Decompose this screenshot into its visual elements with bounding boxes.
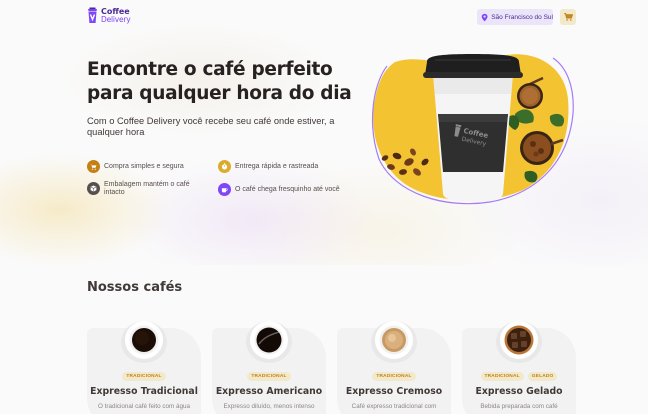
hero-coffee-cup-illustration: Coffee Delivery bbox=[371, 54, 574, 205]
logo[interactable]: Coffee Delivery bbox=[87, 7, 131, 24]
timer-icon bbox=[218, 160, 231, 173]
cart-icon bbox=[87, 160, 100, 173]
tag-badge: TRADICIONAL bbox=[247, 372, 291, 381]
coffee-name: Expresso Tradicional bbox=[90, 386, 198, 397]
feature-fresh-coffee: O café chega fresquinho até você bbox=[218, 183, 340, 196]
coffee-cup-cream-image bbox=[371, 321, 417, 363]
tag-badge: TRADICIONAL bbox=[480, 372, 524, 381]
coffee-name: Expresso Americano bbox=[215, 386, 323, 397]
coffee-card[interactable]: TRADICIONAL Expresso Tradicional O tradi… bbox=[87, 321, 201, 414]
coffee-icon bbox=[218, 183, 231, 196]
coffee-card[interactable]: TRADICIONAL Expresso Cremoso Café expres… bbox=[337, 321, 451, 414]
feature-label: O café chega fresquinho até você bbox=[235, 185, 340, 193]
feature-packaging: Embalagem mantém o café intacto bbox=[87, 181, 207, 196]
coffee-cup-americano-image bbox=[246, 321, 292, 363]
coffee-card[interactable]: TRADICIONAL Expresso Americano Expresso … bbox=[212, 321, 326, 414]
location-label: São Francisco do Sul bbox=[491, 13, 553, 21]
location-button[interactable]: São Francisco do Sul bbox=[477, 9, 553, 25]
coffee-description: Expresso diluído, menos intenso bbox=[223, 403, 315, 410]
catalog-title: Nossos cafés bbox=[87, 280, 183, 295]
feature-label: Embalagem mantém o café intacto bbox=[104, 181, 190, 196]
coffee-cup-black-image bbox=[121, 321, 167, 363]
coffee-description: Café expresso tradicional com bbox=[351, 403, 437, 410]
coffee-name: Expresso Gelado bbox=[475, 386, 563, 397]
coffee-description: Bebida preparada com café bbox=[480, 403, 558, 410]
hero-title: Encontre o café perfeito para qualquer h… bbox=[87, 59, 352, 104]
header: Coffee Delivery São Francisco do Sul bbox=[0, 0, 648, 34]
map-pin-icon bbox=[481, 13, 488, 21]
package-icon bbox=[87, 182, 100, 196]
coffee-cup-logo-icon bbox=[88, 7, 97, 23]
coffee-name: Expresso Cremoso bbox=[345, 386, 443, 397]
coffee-description: O tradicional café feito com água bbox=[97, 403, 191, 410]
tag-badge: TRADICIONAL bbox=[372, 372, 416, 381]
feature-label: Entrega rápida e rastreada bbox=[235, 162, 319, 170]
coffee-card[interactable]: TRADICIONAL GELADO Expresso Gelado Bebid… bbox=[462, 321, 576, 414]
feature-fast-delivery: Entrega rápida e rastreada bbox=[218, 160, 318, 173]
cart-icon bbox=[563, 13, 573, 21]
tag-badge: GELADO bbox=[527, 372, 558, 381]
feature-label: Compra simples e segura bbox=[104, 162, 184, 170]
feature-simple-purchase: Compra simples e segura bbox=[87, 160, 184, 173]
logo-subtitle: Delivery bbox=[101, 14, 131, 24]
cart-button[interactable] bbox=[560, 9, 576, 25]
tag-badge: TRADICIONAL bbox=[122, 372, 166, 381]
hero-subtitle: Com o Coffee Delivery você recebe seu ca… bbox=[87, 116, 335, 137]
coffee-cup-iced-image bbox=[496, 321, 542, 363]
